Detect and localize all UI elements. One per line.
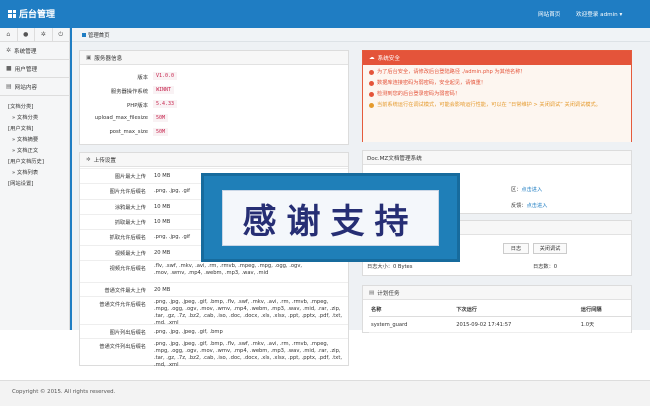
panel-title: 上传设置: [93, 157, 116, 164]
column-header: 运行间隔: [578, 303, 631, 317]
app-title: 后台管理: [19, 10, 56, 20]
security-panel: ☁ 系统安全 为了后台安全，请修改后台登陆路径 ./admin.php 为其他名…: [362, 50, 632, 142]
server-icon: ▣: [86, 54, 92, 61]
alert-item: 为了后台安全，请修改后台登陆路径 ./admin.php 为其他名称！: [369, 69, 625, 76]
log-size: 日志大小：0 Bytes: [367, 264, 413, 270]
sidebar-tree: [文档分类] » 文档分类 [用户文档] » 文档摘要 » 文档正文 [用户文档…: [0, 96, 69, 188]
setting-row: 普通文件允许后缀名 .png, .jpg, .jpeg, .gif, .bmp, …: [80, 296, 348, 326]
task-interval: 1.0天: [578, 316, 631, 333]
grid-icon: [8, 9, 16, 18]
panel-header: ▤ 计划任务: [363, 286, 631, 300]
user-menu[interactable]: 欢迎登录 admin ▾: [576, 10, 622, 18]
thanks-banner: 感谢支持: [201, 173, 460, 262]
copyright: Copyright © 2015. All rights reserved.: [12, 389, 116, 395]
panel-header: ▣ 服务器信息: [80, 51, 348, 65]
user-icon[interactable]: ●: [18, 28, 35, 41]
tree-category[interactable]: [用户文档]: [0, 122, 69, 133]
log-count: 日志数：0: [533, 264, 558, 270]
power-icon[interactable]: ⏻: [53, 28, 70, 41]
info-row: upload_max_filesize 50M: [80, 112, 348, 124]
sidebar-toolbar: ⌂ ● ✲ ⏻: [0, 28, 69, 42]
alert-icon: [369, 92, 374, 97]
cloud-icon: ☁: [369, 55, 375, 61]
app-window: 后台管理 网站首页 欢迎登录 admin ▾ ⌂ ● ✲ ⏻ ✲ 系统管理 ■ …: [0, 0, 650, 406]
site-home-link[interactable]: 网站首页: [538, 10, 560, 18]
setting-row: 普通文件最大上传 20 MB: [80, 282, 348, 296]
sidebar-item-label: 用户管理: [14, 66, 38, 73]
alert-item: 当前系统运行在调试模式，可能会影响运行性能，可以在 “日常维护 > 关闭调试” …: [369, 102, 625, 109]
tasks-table: 名称 下次运行 运行间隔 system_guard 2015-09-02 17:…: [369, 303, 631, 333]
tasks-panel: ▤ 计划任务 名称 下次运行 运行间隔 system_guard 2015-09…: [362, 285, 632, 333]
panel-title: 系统安全: [377, 56, 400, 62]
alert-item: 检测到您的后台登录密码为弱密码！: [369, 91, 625, 98]
panel-header: ☁ 系统安全: [363, 51, 631, 65]
sidebar-item-content[interactable]: ▤ 网站内容: [0, 78, 69, 96]
page-icon: [82, 33, 86, 37]
panel-header: Doc.MZ文档管理系统: [363, 151, 631, 165]
info-row: 服务器操作系统 WINNT: [80, 84, 348, 96]
enter-link[interactable]: 点击进入: [527, 203, 548, 209]
tree-item[interactable]: » 文档列表: [0, 166, 69, 177]
sidebar-item-users[interactable]: ■ 用户管理: [0, 60, 69, 78]
panel-title: 服务器信息: [94, 55, 123, 62]
banner-text: 感谢支持: [242, 201, 419, 242]
sidebar-item-label: 网站内容: [14, 84, 38, 91]
breadcrumb: 管理首页: [72, 28, 650, 42]
sidebar: ⌂ ● ✲ ⏻ ✲ 系统管理 ■ 用户管理 ▤ 网站内容 [文档分类] » 文档…: [0, 28, 70, 330]
column-header: 名称: [369, 303, 455, 317]
clear-log-button[interactable]: 日志: [503, 243, 529, 254]
server-info-panel: ▣ 服务器信息 版本 V1.0.0 服务器操作系统 WINNT PHP版本 5.4.3…: [79, 50, 349, 145]
gear-icon: ✲: [6, 47, 12, 54]
alert-item: 数据库连接密码为弱密码，安全起见，请慎重！: [369, 80, 625, 87]
tree-category[interactable]: [网站设置]: [0, 177, 69, 188]
task-next-run: 2015-09-02 17:41:57: [454, 316, 579, 333]
setting-row: 视频允许后缀名 .flv, .swf, .mkv, .avi, .rm, .rmv…: [80, 260, 348, 282]
gear-icon[interactable]: ✲: [35, 28, 53, 41]
table-row[interactable]: system_guard 2015-09-02 17:41:57 1.0天: [369, 316, 631, 333]
alert-icon: [369, 81, 374, 86]
tree-item[interactable]: » 文档摘要: [0, 133, 69, 144]
close-debug-button[interactable]: 关闭调试: [533, 243, 567, 254]
home-icon[interactable]: ⌂: [0, 28, 18, 41]
sidebar-item-system[interactable]: ✲ 系统管理: [0, 42, 69, 60]
banner-text-box: 感谢支持: [222, 190, 439, 246]
column-header: 下次运行: [454, 303, 579, 317]
task-name: system_guard: [369, 316, 455, 333]
docmz-row: 反馈：点击进入: [511, 203, 548, 209]
panel-title: 计划任务: [377, 290, 400, 297]
tree-item[interactable]: » 文档分类: [0, 111, 69, 122]
content-icon: ▤: [6, 83, 12, 90]
panel-header: ✲ 上传设置: [80, 153, 348, 167]
alert-list: 为了后台安全，请修改后台登陆路径 ./admin.php 为其他名称！ 数据库连…: [363, 65, 631, 142]
gear-icon: ✲: [86, 156, 91, 163]
tree-category[interactable]: [文档分类]: [0, 100, 69, 111]
list-icon: ▤: [369, 289, 375, 296]
enter-link[interactable]: 点击进入: [521, 187, 542, 193]
user-icon: ■: [6, 65, 12, 72]
info-row: 版本 V1.0.0: [80, 70, 348, 82]
sidebar-item-label: 系统管理: [14, 48, 37, 55]
breadcrumb-current[interactable]: 管理首页: [82, 31, 110, 39]
setting-row: 普通文件列出后缀名 .png, .jpg, .jpeg, .gif, .bmp, …: [80, 338, 348, 368]
info-row: PHP版本 5.4.33: [80, 98, 348, 110]
tree-item[interactable]: » 文档正文: [0, 144, 69, 155]
warning-icon: [369, 103, 374, 108]
table-header-row: 名称 下次运行 运行间隔: [369, 303, 631, 317]
alert-icon: [369, 70, 374, 75]
panel-title: Doc.MZ文档管理系统: [367, 155, 422, 162]
footer: Copyright © 2015. All rights reserved.: [0, 380, 650, 406]
info-row: post_max_size 50M: [80, 126, 348, 138]
app-brand[interactable]: 后台管理: [8, 7, 55, 20]
setting-row: 图片列出后缀名 .png, .jpg, .jpeg, .gif, .bmp: [80, 324, 348, 338]
docmz-row: 区：点击进入: [511, 187, 543, 193]
top-bar: 后台管理 网站首页 欢迎登录 admin ▾: [0, 0, 650, 28]
tree-category[interactable]: [用户文档历史]: [0, 155, 69, 166]
